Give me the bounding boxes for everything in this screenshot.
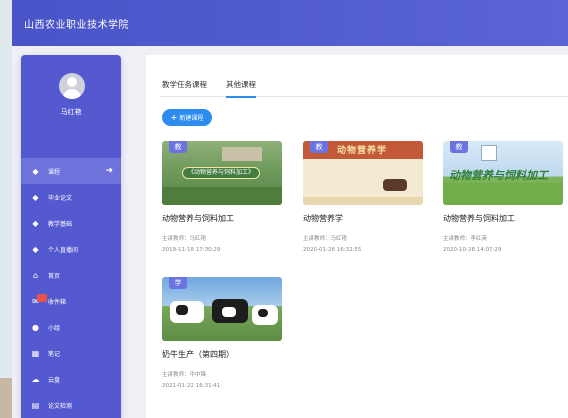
top-header: 山西农业职业技术学院	[12, 0, 568, 46]
sidebar-item-label: 论文检测	[48, 402, 73, 410]
sidebar-item-teaching-base[interactable]: ◆ 教学基础	[21, 210, 121, 236]
thumbnail-field	[162, 187, 282, 205]
main-panel: 教学任务课程 其他课程 + 新建课程 《动物营养与饲料加工》 教 动物营养与饲料…	[146, 55, 568, 418]
sidebar-item-label: 个人直播间	[48, 246, 79, 254]
sidebar-item-thesis[interactable]: ◆ 毕业论文	[21, 184, 121, 210]
sidebar-item-inbox[interactable]: ✉ 收件箱	[21, 288, 121, 314]
thumbnail-cow-spot	[176, 305, 188, 315]
thumbnail-cow	[383, 179, 407, 191]
avatar-body	[63, 89, 81, 99]
sidebar-item-notes[interactable]: ▦ 笔记	[21, 340, 121, 366]
course-time: 2019-11-18 17:30:29	[162, 247, 221, 253]
username: 马红艳	[60, 108, 82, 116]
new-course-label: 新建课程	[179, 115, 204, 122]
course-type-tag: 教	[450, 141, 468, 153]
document-icon: ▤	[31, 400, 40, 410]
sidebar-item-label: 笔记	[48, 350, 61, 358]
thumbnail-cow-spot	[222, 307, 236, 317]
diamond-icon: ◆	[32, 218, 39, 228]
thumbnail-grass	[443, 183, 563, 205]
tab-other-courses[interactable]: 其他课程	[226, 79, 256, 98]
sidebar-item-label: 教学基础	[48, 220, 73, 228]
course-time: 2021-01-22 16:31:41	[162, 383, 221, 389]
course-teacher: 主讲教师：马红艳	[303, 236, 348, 242]
sidebar-item-group[interactable]: ● 小组	[21, 314, 121, 340]
sidebar-item-label: 云盘	[48, 376, 61, 384]
thumbnail-building	[222, 147, 262, 161]
thumbnail-banner-text: 《动物营养与饲料加工》	[182, 167, 260, 179]
course-teacher: 主讲教师：马红艳	[162, 236, 207, 242]
course-teacher: 主讲教师：李红英	[443, 236, 488, 242]
course-title[interactable]: 动物营养与饲料加工	[443, 213, 563, 224]
note-icon: ▦	[31, 348, 40, 358]
course-card[interactable]: 动物营养学 教 动物营养学 主讲教师：马红艳 2020-01-26 16:32:…	[303, 141, 423, 253]
course-time: 2020-10-28 14:07:29	[443, 247, 502, 253]
sidebar: 马红艳 ◆ 课程 ➜ ◆ 毕业论文 ◆ 教学基础 ◆ 个人直播间 ⌂ 首页 ✉ …	[21, 55, 121, 418]
course-card[interactable]: 动物营养与饲料加工 教 动物营养与饲料加工 主讲教师：李红英 2020-10-2…	[443, 141, 563, 253]
diamond-icon: ◆	[32, 166, 39, 176]
course-title[interactable]: 动物营养与饲料加工	[162, 213, 282, 224]
unread-badge	[37, 294, 47, 302]
thumbnail-title-text: 动物营养学	[337, 146, 388, 156]
course-tabs: 教学任务课程 其他课程	[160, 75, 568, 98]
course-time: 2020-01-26 16:32:55	[303, 247, 362, 253]
sidebar-item-label: 毕业论文	[48, 194, 73, 202]
diamond-icon: ◆	[32, 244, 39, 254]
sidebar-nav: ◆ 课程 ➜ ◆ 毕业论文 ◆ 教学基础 ◆ 个人直播间 ⌂ 首页 ✉ 收件箱 …	[21, 158, 121, 418]
sidebar-item-home[interactable]: ⌂ 首页	[21, 262, 121, 288]
thumbnail-cow-spot	[258, 309, 268, 317]
course-title[interactable]: 奶牛生产（第四期）	[162, 349, 282, 360]
avatar[interactable]	[59, 73, 85, 99]
diamond-icon: ◆	[32, 192, 39, 202]
course-card[interactable]: 《动物营养与饲料加工》 教 动物营养与饲料加工 主讲教师：马红艳 2019-11…	[162, 141, 282, 253]
thumbnail-title-text: 动物营养与饲料加工	[449, 169, 548, 182]
sidebar-item-cloud[interactable]: ☁ 云盘	[21, 366, 121, 392]
arrow-right-icon: ➜	[105, 166, 113, 176]
course-type-tag: 学	[169, 277, 187, 289]
avatar-head	[67, 77, 77, 87]
course-teacher: 主讲教师：牛中锋	[162, 372, 207, 378]
course-type-tag: 教	[310, 141, 328, 153]
new-course-button[interactable]: + 新建课程	[162, 109, 212, 126]
course-type-tag: 教	[169, 141, 187, 153]
sidebar-item-paper-check[interactable]: ▤ 论文检测	[21, 392, 121, 418]
sidebar-item-courses[interactable]: ◆ 课程 ➜	[21, 158, 121, 184]
sidebar-item-label: 小组	[48, 324, 61, 332]
school-title: 山西农业职业技术学院	[24, 20, 129, 31]
plus-icon: +	[170, 113, 178, 122]
course-card[interactable]: 学 奶牛生产（第四期） 主讲教师：牛中锋 2021-01-22 16:31:41	[162, 277, 282, 389]
sidebar-item-live-room[interactable]: ◆ 个人直播间	[21, 236, 121, 262]
sidebar-item-label: 课程	[48, 168, 61, 176]
thumbnail-box	[481, 145, 497, 161]
user-icon: ●	[32, 322, 39, 332]
screen-edge-strip-bottom	[0, 378, 12, 418]
sidebar-item-label: 首页	[48, 272, 61, 280]
screen-edge-strip	[0, 0, 12, 418]
home-icon: ⌂	[32, 270, 39, 280]
course-thumbnail[interactable]: 动物营养学 教	[303, 141, 423, 205]
thumbnail-ground	[303, 197, 423, 205]
course-thumbnail[interactable]: 动物营养与饲料加工 教	[443, 141, 563, 205]
course-thumbnail[interactable]: 学	[162, 277, 282, 341]
tab-teaching-courses[interactable]: 教学任务课程	[162, 79, 207, 96]
course-title[interactable]: 动物营养学	[303, 213, 423, 224]
course-thumbnail[interactable]: 《动物营养与饲料加工》 教	[162, 141, 282, 205]
cloud-icon: ☁	[31, 374, 40, 384]
sidebar-item-label: 收件箱	[48, 298, 67, 306]
